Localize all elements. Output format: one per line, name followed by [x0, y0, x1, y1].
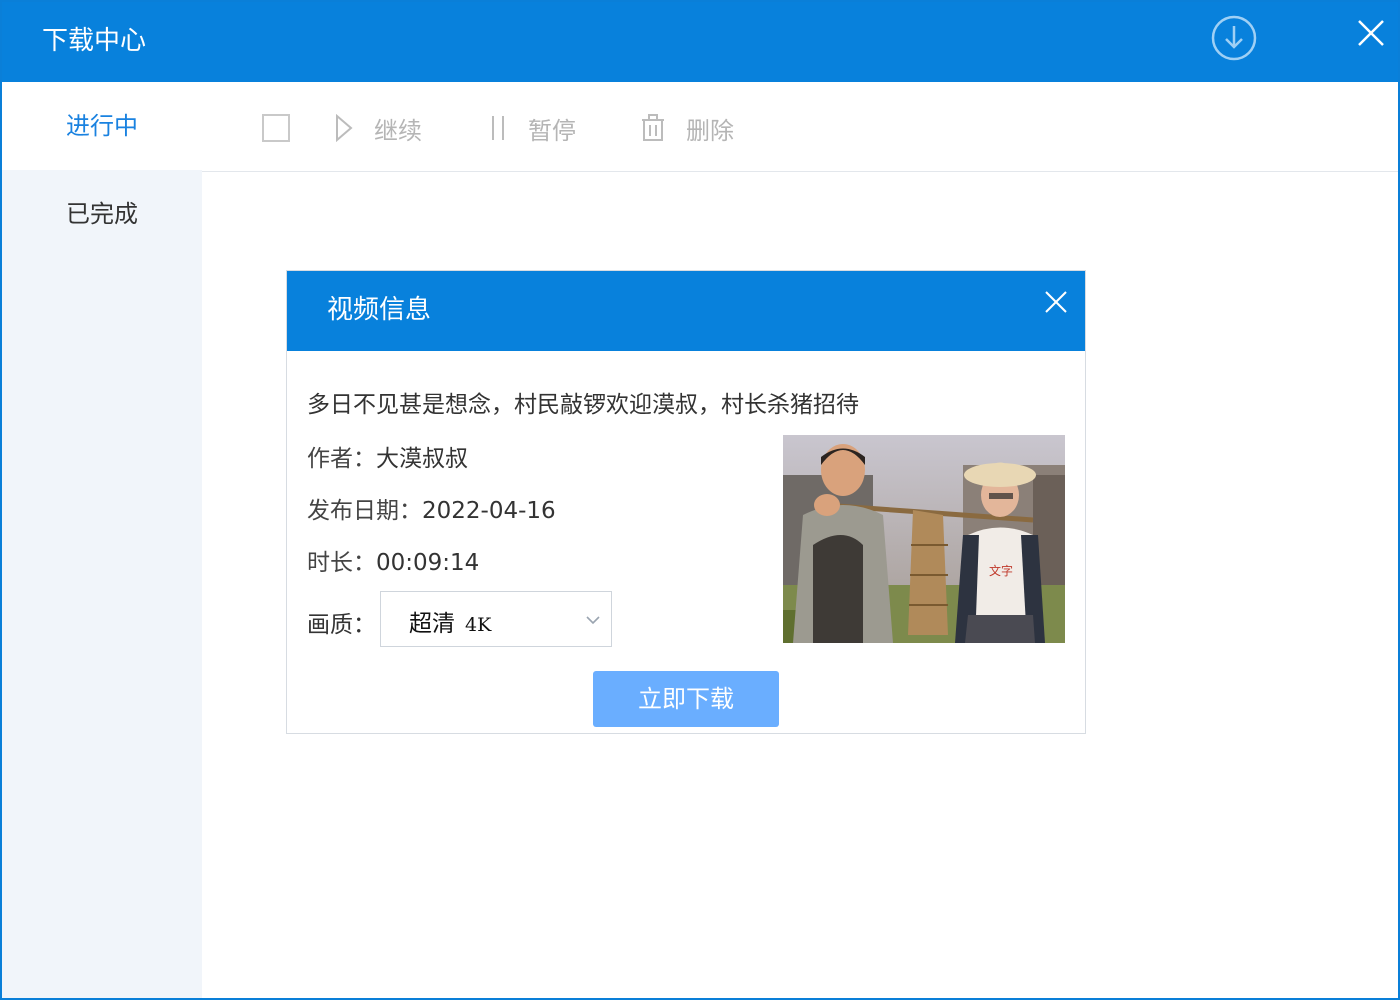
download-center-window: 下载中心 进行中 已完成 继续 暂停 删除 视频信息 多日不见甚是想念，村民敲锣… — [0, 0, 1400, 1000]
duration-value: 00:09:14 — [376, 550, 480, 576]
author-label: 作者： — [307, 446, 376, 472]
author-row: 作者：大漠叔叔 — [307, 439, 468, 473]
duration-label: 时长： — [307, 550, 376, 576]
dialog-title: 视频信息 — [327, 295, 432, 325]
title-bar: 下载中心 — [2, 2, 1398, 82]
pause-button[interactable]: 暂停 — [488, 110, 576, 146]
download-now-button[interactable]: 立即下载 — [593, 671, 779, 727]
continue-label: 继续 — [374, 116, 422, 145]
dialog-header: 视频信息 — [287, 271, 1085, 351]
delete-button[interactable]: 删除 — [640, 110, 734, 146]
chevron-down-icon — [586, 616, 600, 625]
download-circle-icon[interactable] — [1210, 14, 1258, 62]
publish-date-value: 2022-04-16 — [422, 498, 556, 524]
trash-icon — [642, 114, 664, 141]
sidebar-item-label: 已完成 — [66, 200, 138, 228]
play-icon — [336, 114, 353, 142]
quality-selected: 超清 4K — [409, 611, 492, 637]
publish-date-label: 发布日期： — [307, 498, 422, 524]
video-thumbnail: 文字 — [783, 435, 1065, 643]
continue-button[interactable]: 继续 — [334, 110, 422, 146]
author-value: 大漠叔叔 — [376, 446, 468, 472]
toolbar: 继续 暂停 删除 — [202, 82, 1398, 172]
sidebar-item-completed[interactable]: 已完成 — [2, 170, 202, 258]
delete-label: 删除 — [686, 116, 734, 145]
video-title: 多日不见甚是想念，村民敲锣欢迎漠叔，村长杀猪招待 — [307, 392, 859, 418]
quality-label: 画质： — [307, 612, 376, 638]
video-info-dialog: 视频信息 多日不见甚是想念，村民敲锣欢迎漠叔，村长杀猪招待 作者：大漠叔叔 发布… — [286, 270, 1086, 734]
sidebar-item-label: 进行中 — [66, 112, 138, 140]
sidebar-item-in-progress[interactable]: 进行中 — [2, 82, 202, 170]
svg-text:文字: 文字 — [989, 563, 1013, 578]
pause-label: 暂停 — [528, 116, 576, 145]
close-icon[interactable] — [1354, 16, 1388, 50]
quality-select[interactable]: 超清 4K — [380, 591, 612, 647]
window-title: 下载中心 — [42, 26, 147, 56]
sidebar: 进行中 已完成 — [2, 82, 202, 998]
close-icon[interactable] — [1043, 289, 1069, 315]
select-all-checkbox[interactable] — [262, 114, 290, 142]
publish-date-row: 发布日期：2022-04-16 — [307, 491, 556, 525]
duration-row: 时长：00:09:14 — [307, 543, 479, 577]
pause-icon — [492, 116, 504, 140]
